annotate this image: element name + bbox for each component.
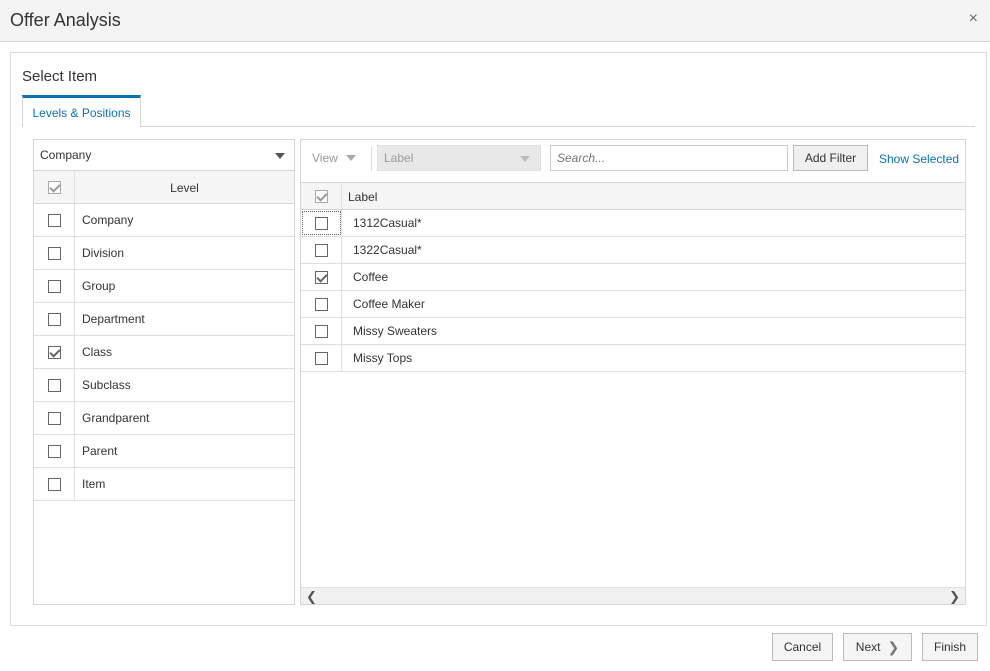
item-checkbox[interactable] (314, 270, 328, 284)
item-label: Coffee (353, 270, 389, 284)
item-checkbox-cell (301, 345, 342, 371)
toolbar-separator (371, 147, 372, 171)
level-checkbox-cell (34, 369, 75, 401)
item-label: 1312Casual* (353, 216, 422, 230)
level-row[interactable]: Division (34, 237, 294, 270)
level-checkbox[interactable] (47, 246, 61, 260)
level-checkbox[interactable] (47, 312, 61, 326)
items-toolbar: View Label Add Filter Show Selected (301, 140, 965, 182)
level-checkbox[interactable] (47, 213, 61, 227)
level-label: Item (82, 477, 106, 491)
show-selected-link[interactable]: Show Selected (879, 152, 959, 166)
level-row[interactable]: Item (34, 468, 294, 501)
view-menu[interactable]: View (312, 151, 356, 165)
level-checkbox-cell (34, 270, 75, 302)
level-header-checkbox-cell (34, 171, 75, 204)
items-select-all-checkbox[interactable] (314, 189, 328, 203)
item-row[interactable]: Missy Tops (301, 345, 965, 372)
tab-levels-positions[interactable]: Levels & Positions (22, 95, 141, 127)
view-menu-label: View (312, 151, 338, 165)
level-checkbox-cell (34, 204, 75, 236)
section-title: Select Item (22, 68, 98, 85)
item-checkbox[interactable] (314, 297, 328, 311)
dialog-title: Offer Analysis (10, 10, 121, 30)
item-checkbox[interactable] (314, 243, 328, 257)
level-row[interactable]: Company (34, 204, 294, 237)
level-checkbox-cell (34, 402, 75, 434)
item-checkbox-cell (301, 210, 342, 236)
dialog-header: Offer Analysis × (0, 0, 990, 42)
level-checkbox[interactable] (47, 477, 61, 491)
item-checkbox-cell (301, 318, 342, 344)
item-checkbox[interactable] (314, 324, 328, 338)
level-checkbox-cell (34, 336, 75, 368)
level-label: Company (82, 213, 134, 227)
close-icon[interactable]: × (969, 10, 978, 28)
level-label: Subclass (82, 378, 131, 392)
item-checkbox-cell (301, 291, 342, 317)
level-label: Department (82, 312, 145, 326)
item-label: 1322Casual* (353, 243, 422, 257)
finish-button[interactable]: Finish (922, 633, 978, 661)
scroll-left-icon[interactable]: ❮ (306, 589, 317, 604)
level-checkbox[interactable] (47, 345, 61, 359)
search-input[interactable] (550, 145, 788, 171)
level-row[interactable]: Group (34, 270, 294, 303)
chevron-down-icon (275, 153, 285, 159)
level-grid-header: Level (34, 171, 294, 204)
label-dropdown[interactable]: Label (377, 145, 541, 171)
scroll-right-icon[interactable]: ❯ (949, 589, 960, 604)
content-frame: Select Item Levels & Positions Company L… (10, 52, 987, 626)
item-checkbox-cell (301, 237, 342, 263)
level-label: Class (82, 345, 113, 359)
items-grid-header: Label (301, 182, 965, 210)
level-label: Grandparent (82, 411, 150, 425)
level-checkbox-cell (34, 468, 75, 500)
level-label: Parent (82, 444, 118, 458)
level-checkbox-cell (34, 237, 75, 269)
level-row[interactable]: Department (34, 303, 294, 336)
item-label: Missy Sweaters (353, 324, 438, 338)
items-panel: View Label Add Filter Show Selected Labe… (300, 139, 966, 605)
level-row[interactable]: Parent (34, 435, 294, 468)
level-panel: Company Level Company Division Group Depart… (33, 139, 295, 605)
level-row[interactable]: Class (34, 336, 294, 369)
level-dropdown-value: Company (40, 148, 92, 162)
next-button-label: Next (855, 640, 881, 654)
level-column-header: Level (170, 180, 199, 195)
level-checkbox-cell (34, 435, 75, 467)
level-select-all-checkbox[interactable] (47, 181, 61, 194)
cancel-button[interactable]: Cancel (772, 633, 833, 661)
level-dropdown[interactable]: Company (34, 140, 294, 171)
item-checkbox[interactable] (314, 351, 328, 365)
tab-divider (141, 126, 975, 127)
item-label: Coffee Maker (353, 297, 425, 311)
item-row[interactable]: 1322Casual* (301, 237, 965, 264)
level-checkbox[interactable] (47, 444, 61, 458)
level-row[interactable]: Grandparent (34, 402, 294, 435)
level-label: Division (82, 246, 125, 260)
item-label: Missy Tops (353, 351, 413, 365)
level-checkbox-cell (34, 303, 75, 335)
chevron-down-icon (345, 155, 356, 161)
horizontal-scrollbar[interactable]: ❮ ❯ (301, 587, 965, 604)
level-checkbox[interactable] (47, 279, 61, 293)
level-checkbox[interactable] (47, 378, 61, 392)
level-label: Group (82, 279, 116, 293)
chevron-right-icon: ❯ (887, 638, 900, 655)
item-row[interactable]: 1312Casual* (301, 210, 965, 237)
level-checkbox[interactable] (47, 411, 61, 425)
level-row[interactable]: Subclass (34, 369, 294, 402)
item-row[interactable]: Coffee Maker (301, 291, 965, 318)
label-dropdown-value: Label (384, 151, 414, 165)
label-column-header: Label (348, 190, 378, 204)
item-checkbox[interactable] (314, 216, 328, 230)
chevron-down-icon (520, 156, 530, 162)
items-header-checkbox-cell (301, 183, 342, 209)
item-row[interactable]: Missy Sweaters (301, 318, 965, 345)
next-button[interactable]: Next ❯ (843, 633, 912, 661)
add-filter-button[interactable]: Add Filter (793, 145, 868, 171)
item-checkbox-cell (301, 264, 342, 290)
item-row[interactable]: Coffee (301, 264, 965, 291)
